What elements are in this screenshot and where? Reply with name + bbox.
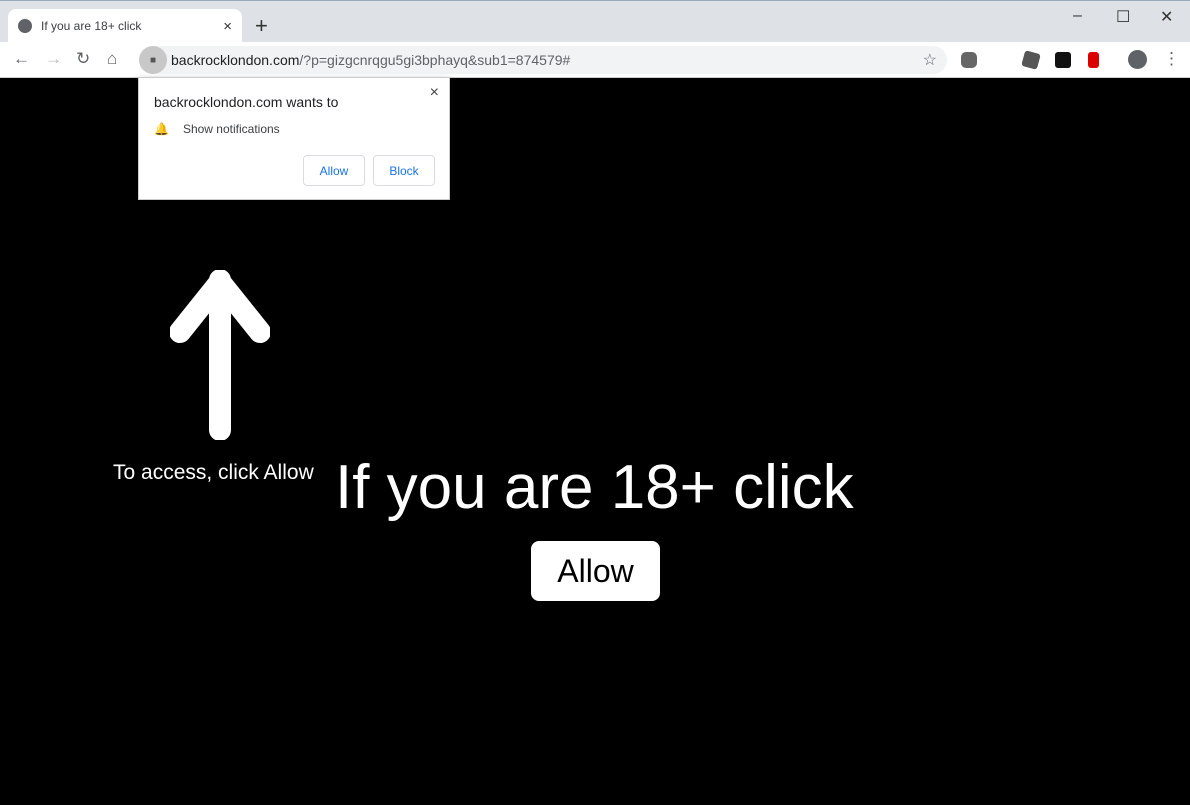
notification-permission-popup: backrocklondon.com wants to × 🔔 Show noti… [138,77,450,200]
tab-close-icon[interactable]: × [223,18,232,35]
maximize-button[interactable]: ☐ [1116,7,1130,27]
menu-button[interactable]: ⋮ [1163,49,1180,69]
extension-icon[interactable] [1021,50,1041,70]
headline: If you are 18+ click [335,453,854,522]
page-allow-button[interactable]: Allow [531,541,660,601]
browser-tab[interactable]: If you are 18+ click × [8,9,242,43]
bell-icon: 🔔 [154,122,169,136]
forward-button[interactable]: → [45,49,62,69]
globe-icon [18,19,32,33]
minimize-button[interactable]: – [1073,7,1082,25]
browser-toolbar: ← → ↻ ⌂ ■ backrocklondon.com /?p=gizgcnr… [0,42,1190,78]
title-bar: If you are 18+ click × + – ☐ ✕ [0,0,1190,43]
popup-title: backrocklondon.com wants to [154,94,339,110]
close-window-button[interactable]: ✕ [1160,7,1173,27]
bookmark-star-icon[interactable]: ☆ [923,50,937,70]
lock-icon[interactable]: ■ [139,46,167,74]
permission-label: 🔔 Show notifications [154,122,280,136]
arrow-up-icon [170,270,270,440]
permission-text: Show notifications [182,122,280,136]
home-button[interactable]: ⌂ [107,49,117,69]
music-extension-icon[interactable] [961,52,977,68]
tab-title: If you are 18+ click [41,19,142,33]
address-bar[interactable]: ■ backrocklondon.com /?p=gizgcnrqgu5gi3b… [139,46,947,74]
popup-close-icon[interactable]: × [430,84,439,102]
profile-icon[interactable] [1128,50,1147,69]
back-button[interactable]: ← [13,49,30,69]
new-tab-button[interactable]: + [255,13,268,39]
url-path: /?p=gizgcnrqgu5gi3bphayq&sub1=874579# [299,52,571,68]
access-hint: To access, click Allow [113,461,314,484]
url-host: backrocklondon.com [171,52,300,68]
pdf-extension-icon[interactable] [1088,52,1099,68]
reload-button[interactable]: ↻ [76,49,90,69]
radio-extension-icon[interactable] [1055,52,1071,68]
block-button[interactable]: Block [373,155,435,186]
allow-button[interactable]: Allow [303,155,365,186]
